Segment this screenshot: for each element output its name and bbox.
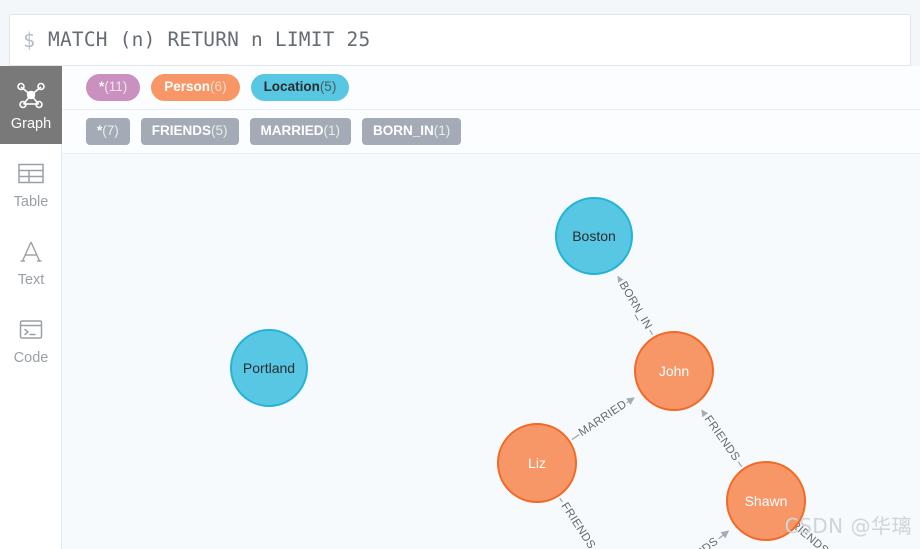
node-circle[interactable] <box>555 197 633 275</box>
sidebar-item-text-label: Text <box>17 272 45 289</box>
graph-relationship[interactable]: MARRIED <box>571 396 635 441</box>
legend-chip-relationship-type[interactable]: MARRIED (1) <box>249 118 352 145</box>
graph-node[interactable]: Boston <box>555 197 633 275</box>
node-circle[interactable] <box>230 329 308 407</box>
legend-chip-relationship-type[interactable]: BORN_IN (1) <box>362 118 462 145</box>
legend-chip-relationship-type[interactable]: * (7) <box>86 118 130 145</box>
legend-chip-name: FRIENDS <box>151 123 212 139</box>
legend-chip-node-label[interactable]: Person (6) <box>151 74 240 101</box>
relationship-label: BORN_IN <box>617 280 654 332</box>
legend-chip-node-label[interactable]: Location (5) <box>250 74 350 101</box>
legend-chip-count: (11) <box>104 79 128 95</box>
legend-chip-count: (5) <box>211 123 228 139</box>
legend-chip-name: MARRIED <box>260 123 324 139</box>
legend-chip-name: Person <box>164 79 211 95</box>
legend-row-relationship-types: * (7) FRIENDS (5) MARRIED (1) BORN_IN (1) <box>62 110 920 154</box>
graph-relationship[interactable]: BORN_IN <box>614 275 656 336</box>
graph-relationship[interactable]: FRIENDS <box>699 409 744 468</box>
legend-chip-count: (1) <box>433 123 451 139</box>
graph-node[interactable]: Portland <box>230 329 308 407</box>
sidebar-item-code-label: Code <box>13 350 49 367</box>
legend-chip-count: (5) <box>319 79 337 95</box>
query-input[interactable]: MATCH (n) RETURN n LIMIT 25 <box>48 30 370 50</box>
graph-visualization[interactable]: BORN_INMARRIEDFRIENDSFRIENDSFRIENDSFRIEN… <box>62 154 920 549</box>
text-icon <box>18 234 44 270</box>
graph-relationship[interactable]: FRIENDS <box>556 497 600 549</box>
graph-node[interactable]: Shawn <box>726 461 806 541</box>
sidebar-item-table-label: Table <box>13 194 49 211</box>
legend-chip-relationship-type[interactable]: FRIENDS (5) <box>140 118 239 145</box>
node-layer[interactable]: Boston Portland John Liz Shawn <box>230 197 806 541</box>
legend-chip-name: BORN_IN <box>373 123 434 139</box>
graph-node[interactable]: Liz <box>497 423 577 503</box>
sidebar-item-graph-label: Graph <box>10 116 52 133</box>
sidebar-item-graph[interactable]: Graph <box>0 66 62 144</box>
relationship-label: FRIENDS <box>559 501 598 549</box>
relationship-label: FRIENDS <box>672 535 721 549</box>
prompt-sigil: $ <box>23 28 36 52</box>
result-view-sidebar: Graph Table Text Code <box>0 66 62 549</box>
table-icon <box>18 156 44 192</box>
legend-chip-count: (6) <box>210 79 227 95</box>
sidebar-item-text[interactable]: Text <box>0 222 62 300</box>
legend-chip-name: Location <box>263 79 320 95</box>
node-circle[interactable] <box>497 423 577 503</box>
sidebar-item-table[interactable]: Table <box>0 144 62 222</box>
legend-chip-count: (1) <box>323 123 341 139</box>
node-circle[interactable] <box>726 461 806 541</box>
result-legend: * (11) Person (6) Location (5) * (7) FRIENDS (5)… <box>62 66 920 154</box>
graph-node[interactable]: John <box>634 331 714 411</box>
relationship-label: FRIENDS <box>702 414 742 464</box>
graph-relationship[interactable]: FRIENDS <box>664 530 730 549</box>
graph-canvas[interactable]: BORN_INMARRIEDFRIENDSFRIENDSFRIENDSFRIEN… <box>62 154 920 549</box>
query-editor[interactable]: $ MATCH (n) RETURN n LIMIT 25 <box>9 14 911 66</box>
graph-icon <box>16 78 46 114</box>
relationship-label: MARRIED <box>577 398 629 439</box>
node-circle[interactable] <box>634 331 714 411</box>
sidebar-item-code[interactable]: Code <box>0 300 62 378</box>
code-icon <box>18 312 44 348</box>
legend-chip-node-label[interactable]: * (11) <box>86 74 141 101</box>
legend-chip-count: (7) <box>102 123 119 139</box>
legend-row-node-labels: * (11) Person (6) Location (5) <box>62 66 920 110</box>
neo4j-browser-result-frame: $ MATCH (n) RETURN n LIMIT 25 Graph Tabl… <box>0 0 920 549</box>
